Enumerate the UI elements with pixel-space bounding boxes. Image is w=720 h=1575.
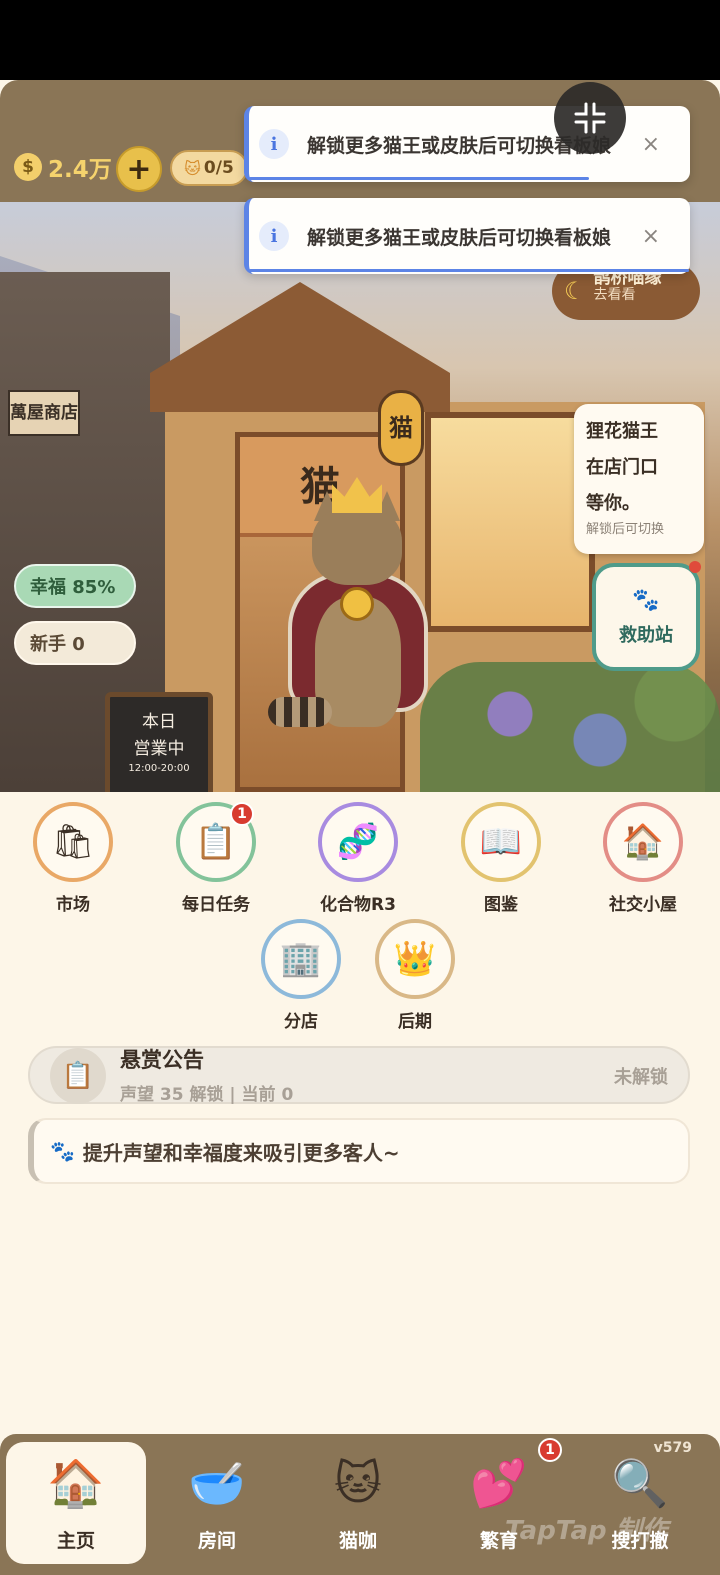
medal-icon bbox=[340, 587, 374, 621]
shopping-bag-icon: 🛍 bbox=[33, 802, 113, 882]
nav-label: 房间 bbox=[197, 1530, 236, 1552]
info-icon: i bbox=[259, 221, 289, 251]
close-icon[interactable]: × bbox=[642, 132, 660, 157]
grid-item-late-game[interactable]: 👑 后期 bbox=[360, 919, 470, 1032]
grid-item-branch[interactable]: 🏢 分店 bbox=[246, 919, 356, 1032]
collapse-icon[interactable] bbox=[554, 82, 626, 154]
toast-text: 解锁更多猫王或皮肤后可切换看板娘 bbox=[307, 226, 612, 249]
toast-notification: i 解锁更多猫王或皮肤后可切换看板娘 × bbox=[244, 198, 690, 274]
nav-room[interactable]: 🥣 房间 bbox=[147, 1442, 287, 1564]
paw-icon: 🐾 bbox=[632, 587, 660, 613]
business-hours-sign: 本日 営業中 12:00-20:00 bbox=[105, 692, 213, 792]
info-icon: i bbox=[259, 129, 289, 159]
crown-icon: 👑 bbox=[375, 919, 455, 999]
sign-hours: 12:00-20:00 bbox=[128, 763, 190, 774]
rescue-station-button[interactable]: 🐾 救助站 bbox=[592, 563, 700, 671]
money-bag-icon: $ bbox=[14, 153, 42, 181]
add-coins-button[interactable]: + bbox=[116, 146, 162, 192]
clipboard-icon: 📋 bbox=[50, 1048, 106, 1104]
sign-line-2: 営業中 bbox=[133, 739, 185, 759]
grid-label: 化合物R3 bbox=[320, 895, 396, 915]
bowl-icon: 🥣 bbox=[188, 1455, 246, 1510]
toast-progress-bar bbox=[249, 269, 689, 272]
book-icon: 📖 bbox=[461, 802, 541, 882]
crown-icon bbox=[332, 477, 382, 513]
grid-label: 社交小屋 bbox=[609, 895, 677, 915]
cat-king-character[interactable] bbox=[268, 477, 440, 747]
toast-progress-bar bbox=[249, 177, 589, 180]
grid-item-collection[interactable]: 📖 图鉴 bbox=[446, 802, 556, 915]
grid-label: 市场 bbox=[56, 895, 90, 915]
tip-banner: 🐾 提升声望和幸福度来吸引更多客人~ bbox=[28, 1118, 690, 1184]
cat-face-icon: 🐱 bbox=[184, 158, 201, 178]
cat-capacity-badge[interactable]: 🐱 0/5 bbox=[170, 150, 248, 186]
home-icon: 🏠 bbox=[47, 1455, 105, 1510]
sign-line-1: 本日 bbox=[142, 712, 176, 732]
nav-cat-cafe[interactable]: 🐱 猫咖 bbox=[288, 1442, 428, 1564]
coin-value: 2.4万 bbox=[48, 157, 112, 183]
moon-icon: ☾ bbox=[564, 277, 586, 305]
task-badge: 1 bbox=[230, 802, 254, 826]
speech-bubble: 狸花猫王 在店门口 等你。 解锁后可切换 bbox=[574, 404, 704, 554]
rescue-label: 救助站 bbox=[619, 624, 673, 646]
cats-heart-icon: 💕 bbox=[470, 1455, 528, 1510]
grid-item-social-house[interactable]: 🏠 社交小屋 bbox=[588, 802, 698, 915]
nav-label: 主页 bbox=[56, 1530, 95, 1552]
bounty-status: 未解锁 bbox=[614, 1067, 668, 1088]
bottom-nav: 🏠 主页 🥣 房间 🐱 猫咖 💕 繁育 🔍 搜打撤 bbox=[0, 1434, 720, 1575]
grid-label: 分店 bbox=[284, 1012, 318, 1032]
cat-head bbox=[312, 505, 402, 585]
flower-plants bbox=[420, 662, 720, 792]
map-search-icon: 🔍 bbox=[611, 1455, 669, 1510]
status-bar bbox=[0, 0, 720, 80]
coin-display: $ 2.4万 bbox=[14, 150, 112, 184]
cat-tail bbox=[268, 697, 332, 727]
watermark: TapTap 制作 bbox=[505, 1516, 668, 1546]
happiness-badge[interactable]: 幸福 85% bbox=[14, 564, 136, 608]
shop-window bbox=[425, 412, 595, 632]
grid-item-compound[interactable]: 🧬 化合物R3 bbox=[303, 802, 413, 915]
grid-item-market[interactable]: 🛍 市场 bbox=[18, 802, 128, 915]
dna-icon: 🧬 bbox=[318, 802, 398, 882]
grid-label: 图鉴 bbox=[484, 895, 518, 915]
bubble-text: 狸花猫王 在店门口 等你。 bbox=[586, 421, 658, 514]
newbie-badge[interactable]: 新手 0 bbox=[14, 621, 136, 665]
bounty-title: 悬赏公告 bbox=[120, 1048, 204, 1072]
grid-label: 每日任务 bbox=[182, 895, 250, 915]
version-label: v579 bbox=[653, 1440, 692, 1456]
notification-dot bbox=[689, 561, 701, 573]
nav-home[interactable]: 🏠 主页 bbox=[6, 1442, 146, 1564]
tip-text: 提升声望和幸福度来吸引更多客人~ bbox=[82, 1140, 400, 1165]
breeding-badge: 1 bbox=[538, 1438, 562, 1462]
cat-cup-icon: 🐱 bbox=[334, 1456, 382, 1510]
grid-item-daily-tasks[interactable]: 📋 1 每日任务 bbox=[161, 802, 271, 915]
paw-icon: 🐾 bbox=[50, 1139, 75, 1163]
bounty-board[interactable]: 📋 悬赏公告 声望 35 解锁 | 当前 0 未解锁 bbox=[28, 1046, 690, 1105]
lantern: 猫 bbox=[378, 390, 424, 466]
cat-count-value: 0/5 bbox=[203, 158, 234, 178]
clipboard-icon: 📋 1 bbox=[176, 802, 256, 882]
left-shop-sign: 萬屋商店 bbox=[8, 390, 80, 436]
bounty-subtitle: 声望 35 解锁 | 当前 0 bbox=[120, 1085, 294, 1105]
house-icon: 🏠 bbox=[603, 802, 683, 882]
grid-label: 后期 bbox=[398, 1012, 432, 1032]
close-icon[interactable]: × bbox=[642, 224, 660, 249]
building-icon: 🏢 bbox=[261, 919, 341, 999]
nav-label: 猫咖 bbox=[338, 1530, 377, 1552]
bubble-hint: 解锁后可切换 bbox=[586, 522, 665, 537]
event-action: 去看看 bbox=[593, 286, 636, 303]
